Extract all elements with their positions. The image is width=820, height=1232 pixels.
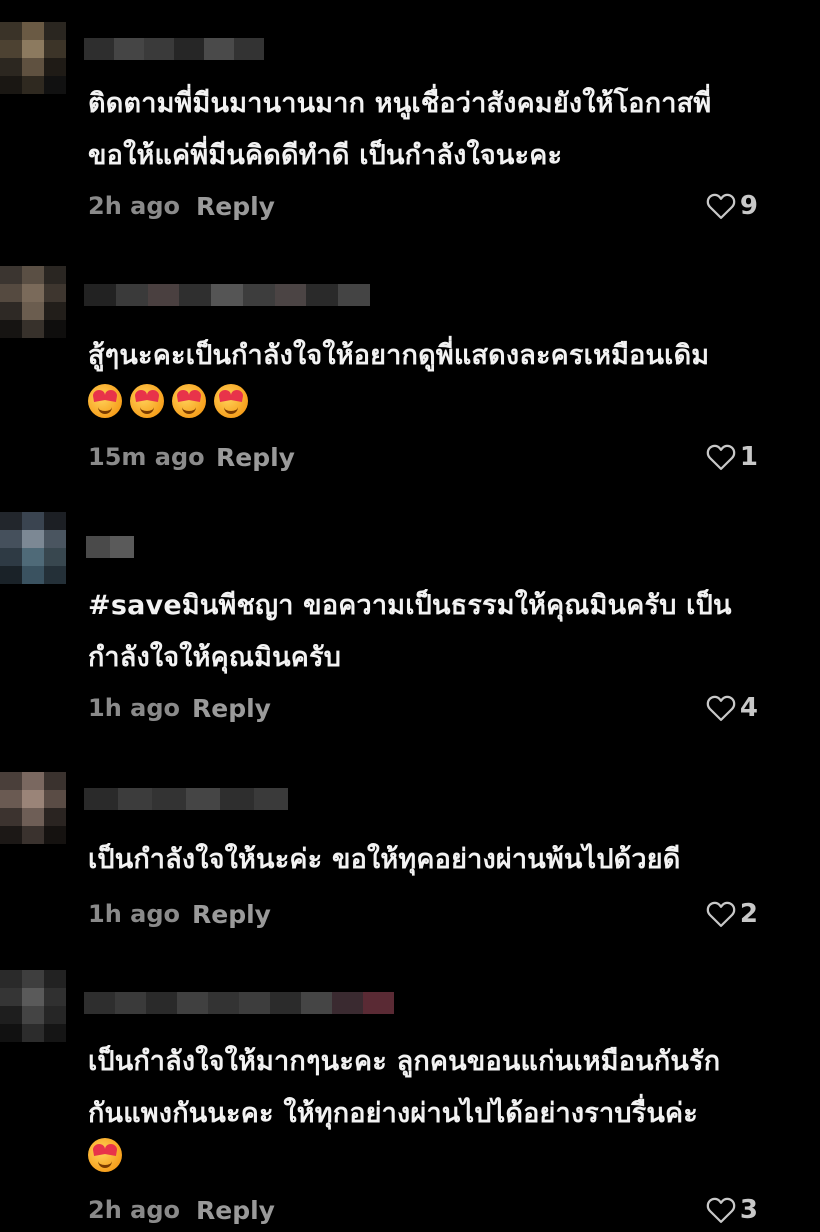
username-blurred[interactable]: [84, 38, 264, 60]
comment-time: 2h ago: [88, 1196, 181, 1224]
comment-text: สู้ๆนะคะเป็นกำลังใจให้อยากดูพี่แสดงละครเ…: [88, 340, 710, 371]
comment-time: 15m ago: [88, 443, 205, 471]
username-blurred[interactable]: [84, 284, 370, 306]
heart-outline-icon: [706, 901, 736, 927]
comment-text: #saveมินพีชญา ขอความเป็นธรรมให้คุณมินครั…: [88, 590, 732, 673]
like-count: 3: [739, 1195, 758, 1225]
like-count: 4: [739, 693, 758, 723]
avatar[interactable]: [0, 512, 66, 584]
smiling-face-with-hearts-icon: [214, 384, 248, 418]
username-blurred[interactable]: [86, 536, 134, 558]
comment-meta: 2h ago Reply 9: [88, 188, 758, 224]
avatar[interactable]: [0, 772, 66, 844]
reply-button[interactable]: Reply: [216, 443, 295, 472]
like-count: 2: [739, 899, 758, 929]
smiling-face-with-hearts-icon: [130, 384, 164, 418]
smiling-face-with-hearts-icon: [88, 384, 122, 418]
avatar[interactable]: [0, 22, 66, 94]
smiling-face-with-hearts-icon: [88, 1138, 122, 1172]
heart-outline-icon: [706, 695, 736, 721]
comment-time: 1h ago: [88, 694, 181, 722]
reply-button[interactable]: Reply: [196, 192, 275, 221]
comment-text: ติดตามพี่มีนมานานมาก หนูเชื่อว่าสังคมยัง…: [88, 88, 712, 171]
comment-text: เป็นกำลังใจให้นะค่ะ ขอให้ทุคอย่างผ่านพ้น…: [88, 844, 681, 875]
comment-meta: 2h ago Reply 3: [88, 1192, 758, 1228]
smiling-face-with-hearts-icon: [172, 384, 206, 418]
avatar[interactable]: [0, 970, 66, 1042]
like-button[interactable]: 1: [706, 442, 758, 472]
like-count: 9: [739, 191, 758, 221]
comment-time: 2h ago: [88, 192, 181, 220]
heart-outline-icon: [706, 444, 736, 470]
reply-button[interactable]: Reply: [196, 1196, 275, 1225]
heart-outline-icon: [706, 193, 736, 219]
reply-button[interactable]: Reply: [192, 900, 271, 929]
comment-meta: 1h ago Reply 2: [88, 896, 758, 932]
comment-text: เป็นกำลังใจให้มากๆนะคะ ลูกคนขอนแก่นเหมือ…: [88, 1046, 721, 1129]
emoji-row: [88, 1138, 122, 1172]
comment-time: 1h ago: [88, 900, 181, 928]
reply-button[interactable]: Reply: [192, 694, 271, 723]
heart-outline-icon: [706, 1197, 736, 1223]
avatar[interactable]: [0, 266, 66, 338]
like-button[interactable]: 9: [706, 191, 758, 221]
like-button[interactable]: 4: [706, 693, 758, 723]
emoji-row: [88, 384, 248, 418]
like-button[interactable]: 2: [706, 899, 758, 929]
comment-meta: 1h ago Reply 4: [88, 690, 758, 726]
username-blurred[interactable]: [84, 992, 394, 1014]
like-count: 1: [739, 442, 758, 472]
like-button[interactable]: 3: [706, 1195, 758, 1225]
comment-meta: 15m ago Reply 1: [88, 439, 758, 475]
username-blurred[interactable]: [84, 788, 288, 810]
